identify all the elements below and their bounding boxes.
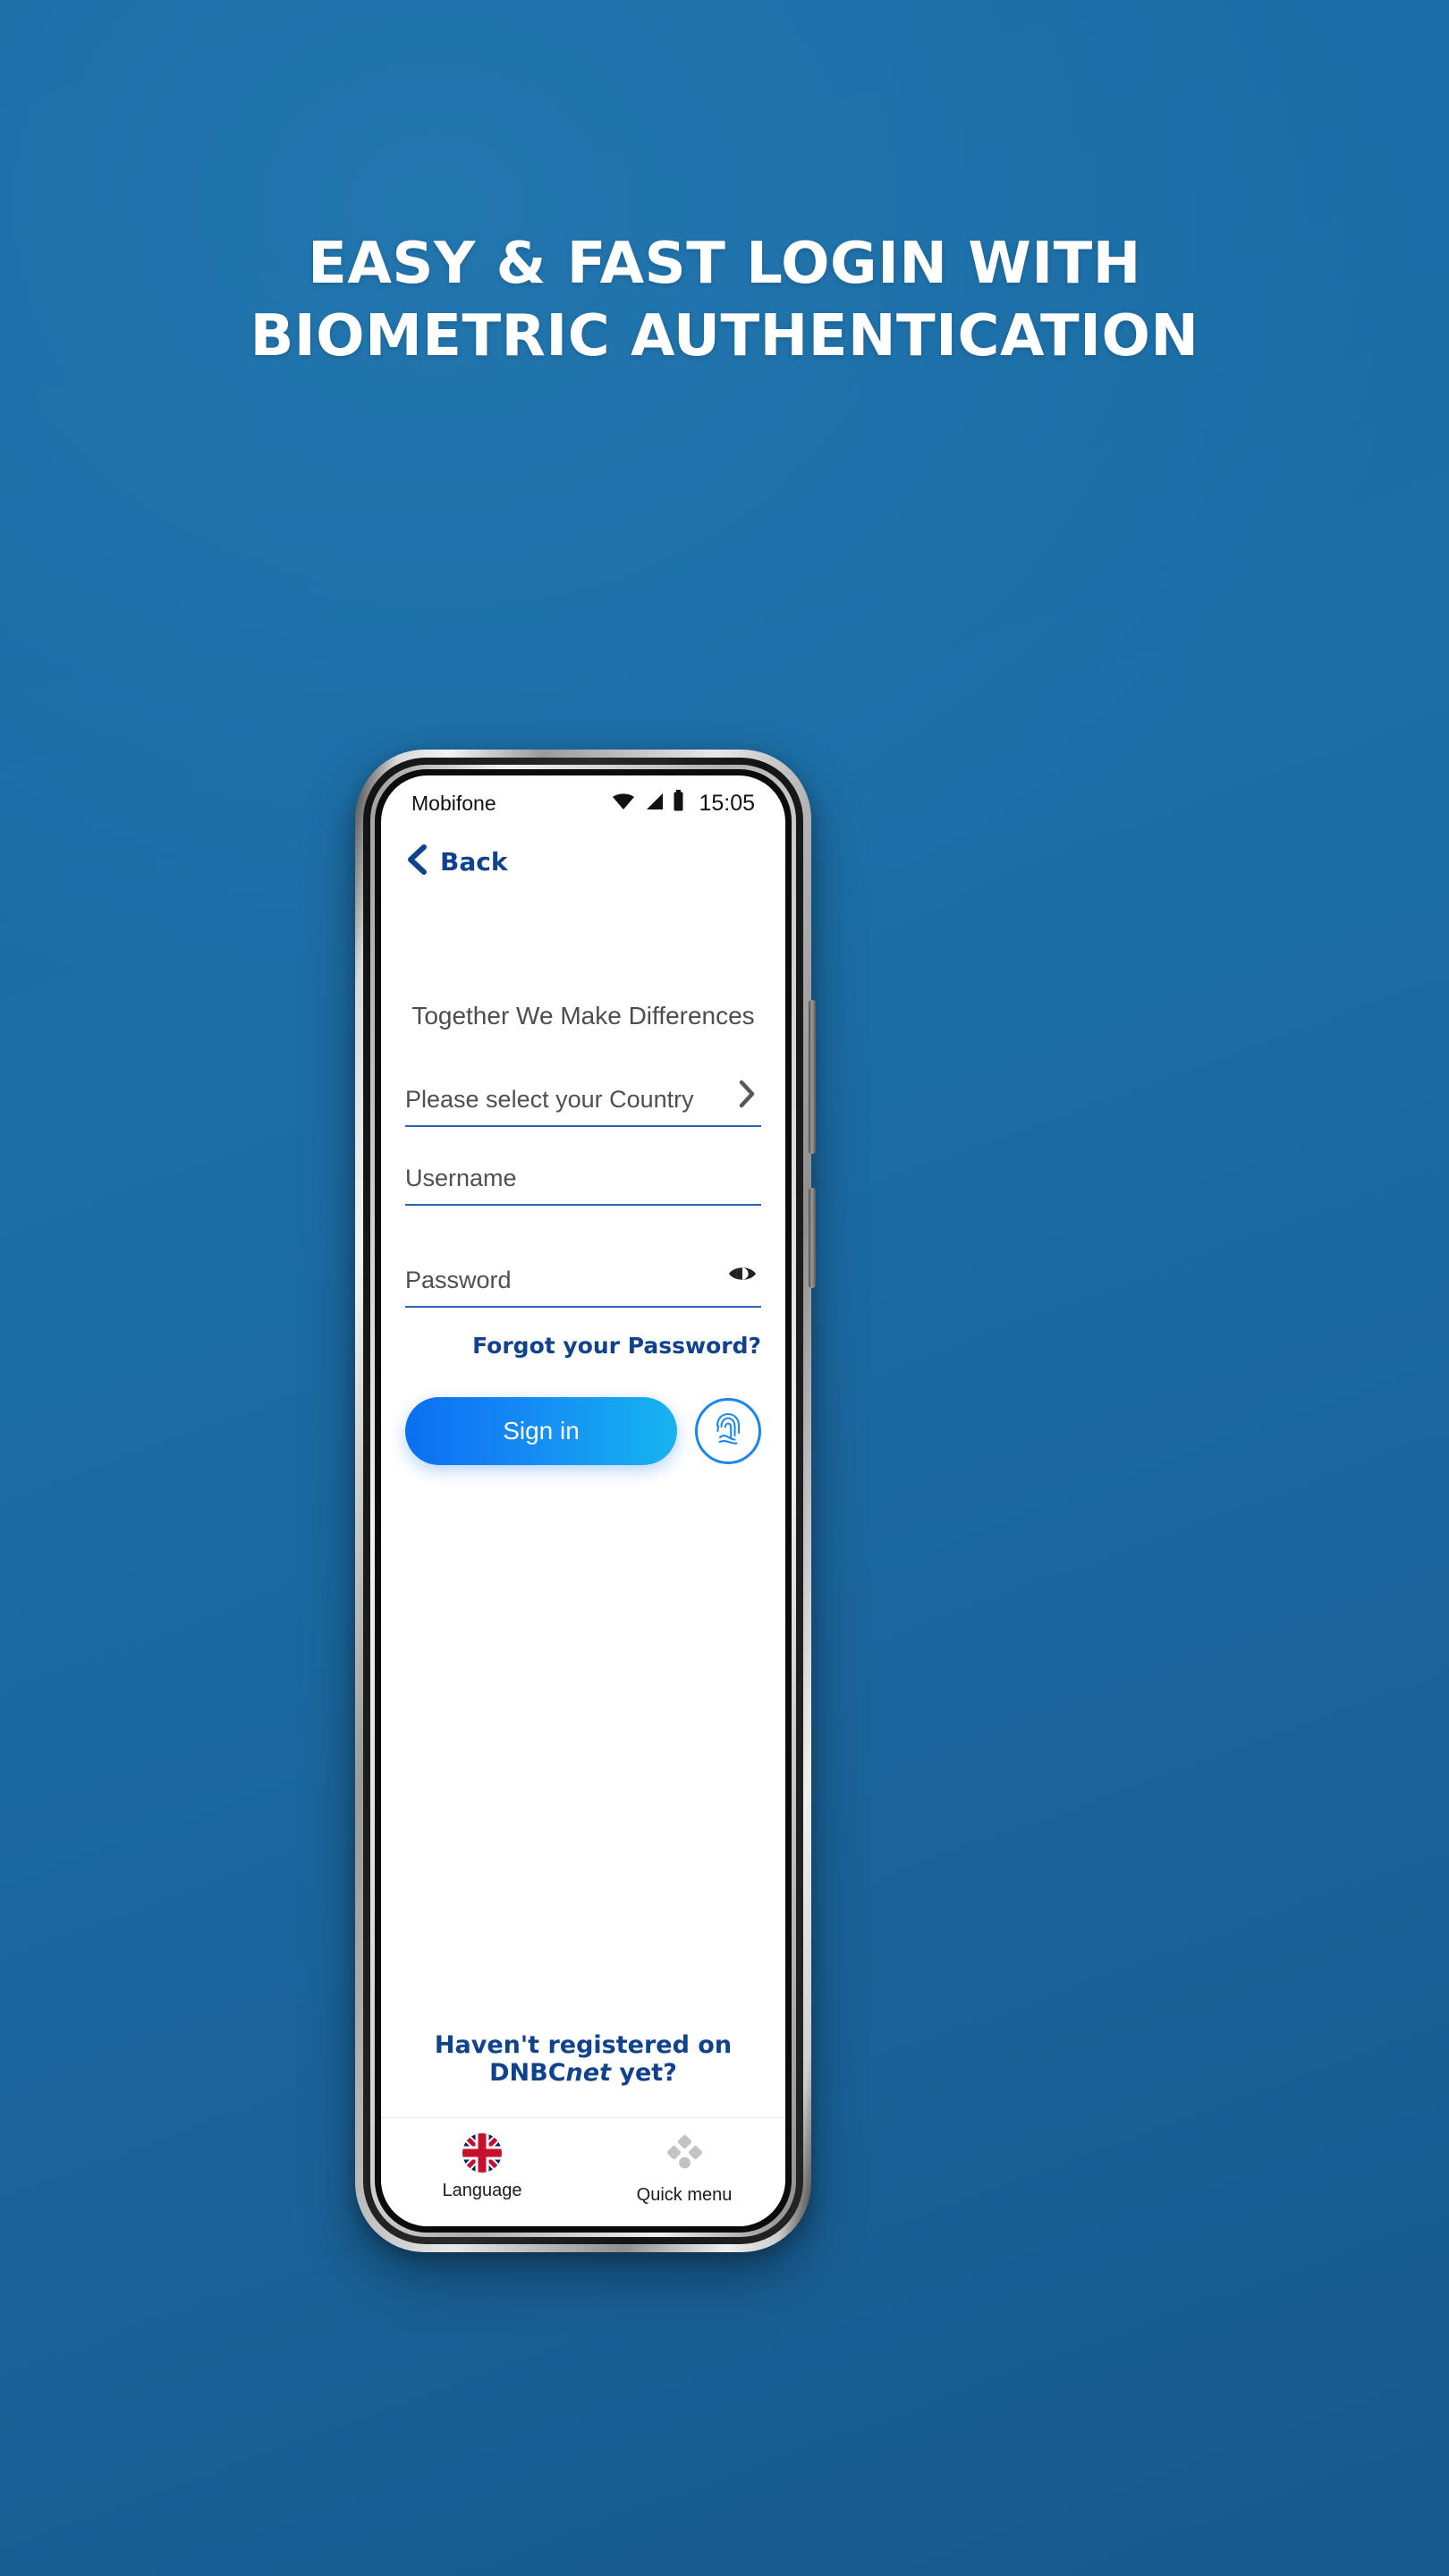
country-select[interactable]: Please select your Country <box>405 1080 761 1127</box>
chevron-right-icon <box>736 1079 758 1108</box>
tagline: Together We Make Differences <box>411 1002 755 1030</box>
uk-flag-icon <box>462 2133 502 2173</box>
quick-menu-icon <box>665 2133 704 2177</box>
password-placeholder: Password <box>405 1267 512 1293</box>
nav-label-quick-menu: Quick menu <box>636 2185 733 2205</box>
username-input[interactable]: Username <box>405 1165 761 1206</box>
power-button[interactable] <box>809 1188 816 1288</box>
wifi-icon <box>612 792 635 816</box>
nav-label-language: Language <box>442 2181 522 2200</box>
battery-icon <box>673 790 684 817</box>
status-icons: 15:05 <box>612 790 755 817</box>
forgot-password-link[interactable]: Forgot your Password? <box>405 1333 761 1359</box>
biometric-login-button[interactable] <box>695 1398 761 1464</box>
nav-item-quick-menu[interactable]: Quick menu <box>583 2118 785 2226</box>
signin-label: Sign in <box>503 1417 580 1445</box>
eye-icon[interactable] <box>727 1258 758 1293</box>
register-link[interactable]: Haven't registered on DNBCnet yet? <box>405 2031 761 2117</box>
nav-item-language[interactable]: Language <box>381 2118 583 2226</box>
bottom-nav: Language Quick menu <box>381 2117 785 2226</box>
back-label: Back <box>440 846 508 877</box>
username-placeholder: Username <box>405 1165 517 1191</box>
login-body: Together We Make Differences Please sele… <box>381 885 785 2117</box>
back-button[interactable]: Back <box>381 831 785 885</box>
register-suffix: yet? <box>610 2059 677 2087</box>
phone-mockup: Mobifone 15:05 Back Together We Make Dif… <box>355 750 816 2252</box>
promo-headline: EASY & FAST LOGIN WITH BIOMETRIC AUTHENT… <box>0 228 1449 372</box>
login-form: Please select your Country Username Pass… <box>405 1080 761 1465</box>
volume-button[interactable] <box>809 1000 816 1154</box>
status-bar: Mobifone 15:05 <box>381 775 785 831</box>
clock-label: 15:05 <box>699 790 755 816</box>
signin-button[interactable]: Sign in <box>405 1397 677 1465</box>
fingerprint-icon <box>710 1410 746 1453</box>
signin-row: Sign in <box>405 1397 761 1465</box>
headline-line-2: BIOMETRIC AUTHENTICATION <box>250 302 1199 369</box>
phone-screen: Mobifone 15:05 Back Together We Make Dif… <box>381 775 785 2226</box>
signal-icon <box>644 792 664 816</box>
headline-line-1: EASY & FAST LOGIN WITH <box>308 231 1141 297</box>
chevron-left-icon <box>405 843 428 879</box>
country-placeholder: Please select your Country <box>405 1086 694 1113</box>
password-input[interactable]: Password <box>405 1267 761 1308</box>
register-italic: net <box>565 2059 611 2087</box>
carrier-label: Mobifone <box>411 791 496 815</box>
promo-stage: EASY & FAST LOGIN WITH BIOMETRIC AUTHENT… <box>0 0 1449 2576</box>
